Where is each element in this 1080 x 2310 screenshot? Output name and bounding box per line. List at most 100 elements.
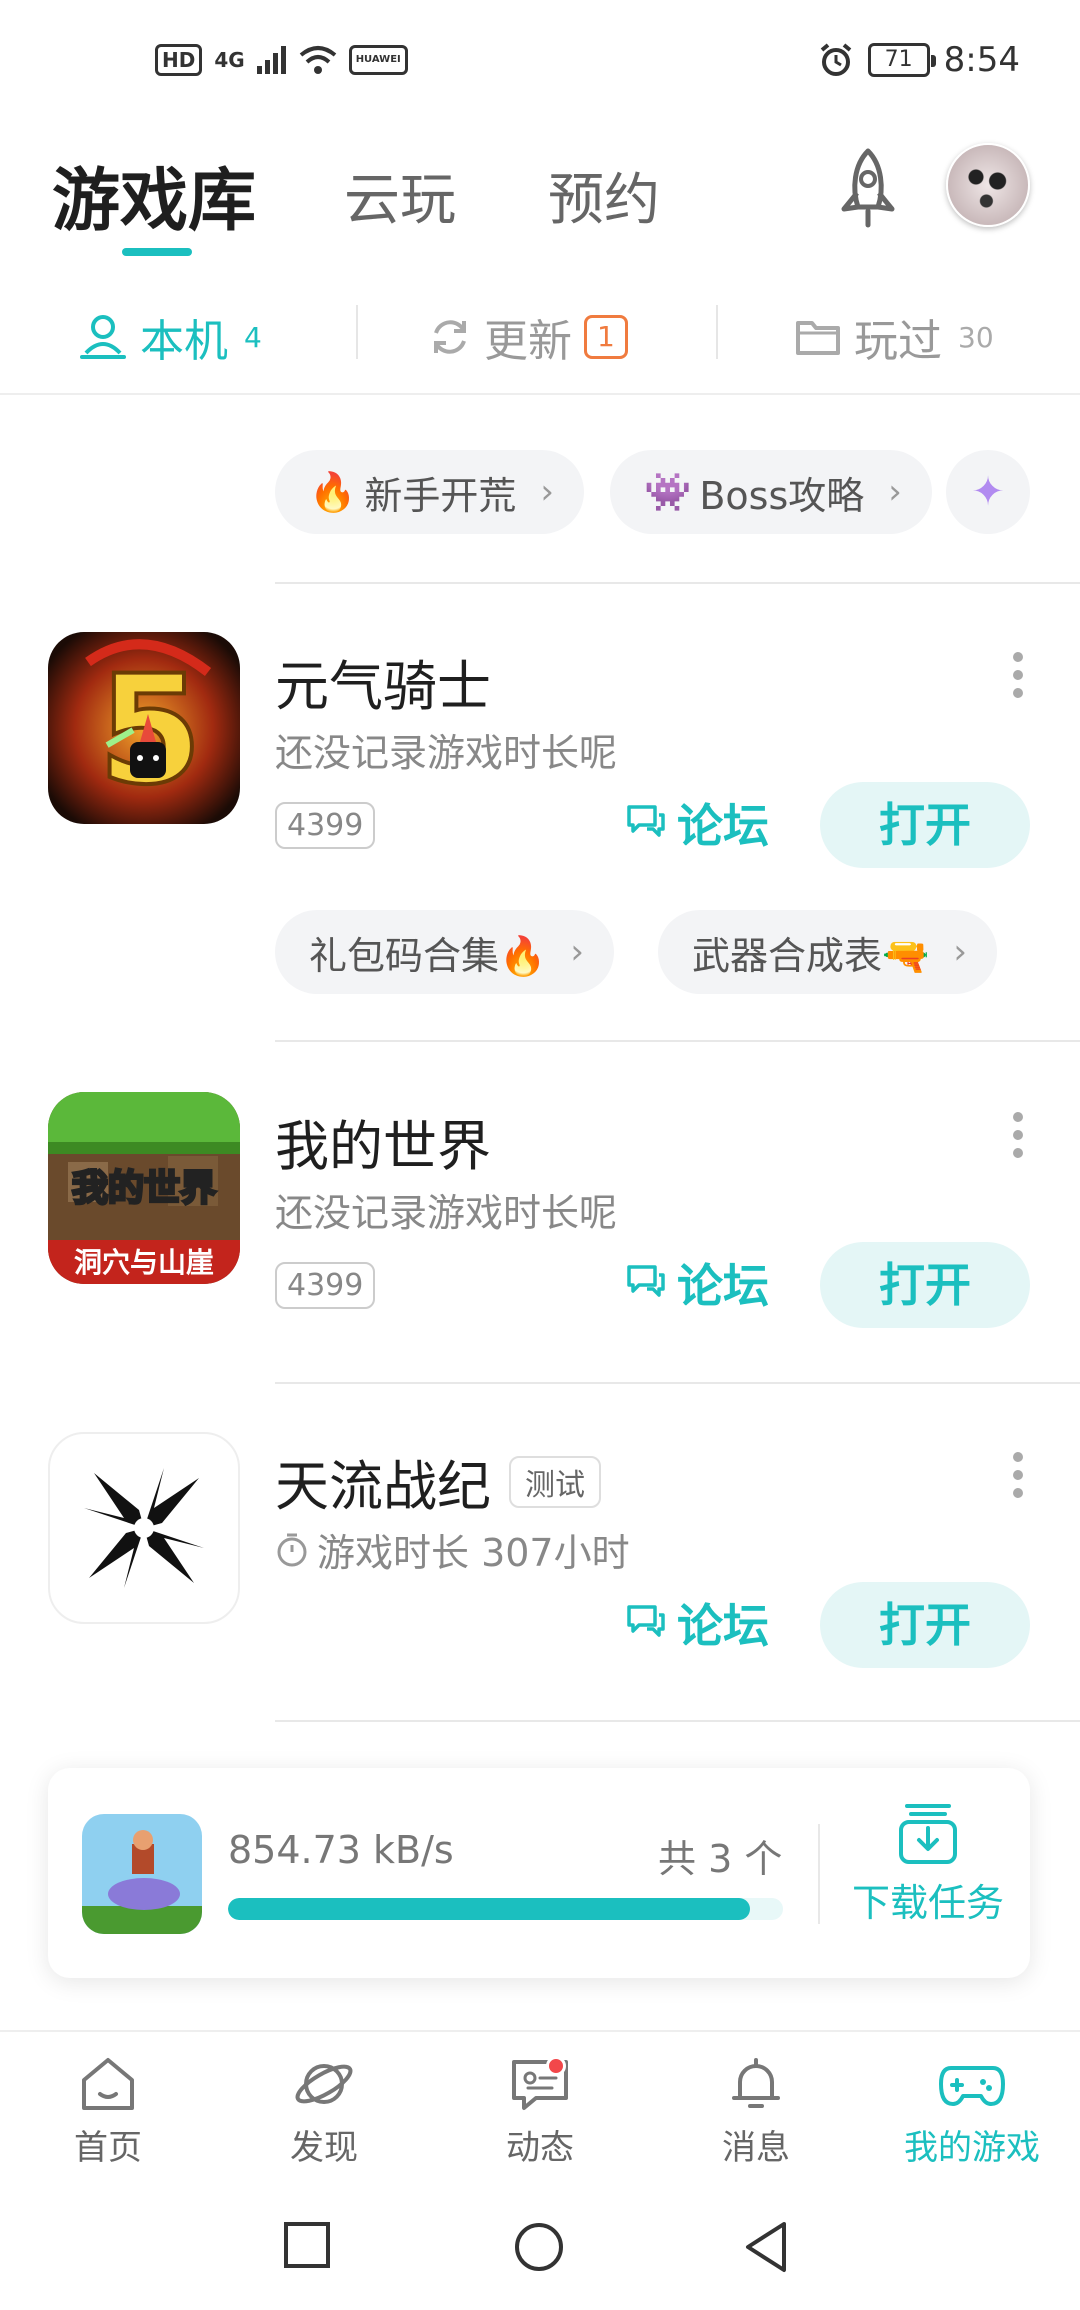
test-tag: 测试: [509, 1455, 601, 1508]
game-icon[interactable]: 5: [48, 632, 240, 824]
back-triangle-icon[interactable]: [742, 2220, 792, 2274]
chevron-right-icon: ›: [540, 472, 554, 512]
more-guides-button[interactable]: ✦: [946, 450, 1030, 534]
list-divider: [275, 1720, 1080, 1722]
open-game-button[interactable]: 打开: [820, 782, 1030, 868]
status-left: HD 4G HUAWEI: [155, 44, 408, 76]
game-playtime: 还没记录游戏时长呢: [275, 731, 618, 775]
forum-button[interactable]: 论坛: [625, 790, 769, 856]
library-subtabs: 本机 4 更新 1 玩过 30: [0, 285, 1080, 395]
wifi-icon: [299, 46, 336, 74]
forum-label: 论坛: [677, 1259, 769, 1313]
subtab-local[interactable]: 本机 4: [78, 305, 262, 369]
download-panel[interactable]: 854.73 kB/s 共 3 个 下载任务: [48, 1768, 1030, 1978]
nav-messages[interactable]: 消息: [681, 2054, 831, 2169]
gamepad-icon: [939, 2066, 1005, 2106]
top-header: 游戏库 云玩 预约: [0, 125, 1080, 265]
hd-indicator: HD: [155, 44, 203, 76]
avatar[interactable]: [946, 143, 1030, 227]
subtab-played-count: 30: [958, 320, 994, 354]
recent-apps-icon[interactable]: [282, 2220, 332, 2270]
forum-button[interactable]: 论坛: [625, 1250, 769, 1316]
chat-icon: [627, 805, 665, 837]
home-circle-icon[interactable]: [512, 2220, 566, 2274]
guide-chip-giftcode[interactable]: 礼包码合集🔥 ›: [275, 910, 614, 994]
subtab-update[interactable]: 更新 1: [428, 305, 628, 369]
diamond-icon: ✦: [971, 469, 1005, 515]
nav-feed-label: 动态: [506, 2128, 574, 2168]
nav-home[interactable]: 首页: [33, 2054, 183, 2169]
tab-game-library[interactable]: 游戏库: [52, 145, 256, 244]
nav-my-games-label: 我的游戏: [904, 2128, 1040, 2168]
chevron-right-icon: ›: [888, 472, 902, 512]
subtab-played[interactable]: 玩过 30: [794, 305, 994, 369]
game-icon[interactable]: [48, 1432, 240, 1624]
game-icon[interactable]: 我的世界 洞穴与山崖: [48, 1092, 240, 1284]
notification-dot: [546, 2056, 566, 2076]
game-title[interactable]: 我的世界: [275, 1102, 491, 1181]
battery-icon: 71: [867, 43, 936, 77]
list-divider: [275, 1382, 1080, 1384]
game-item: 我的世界 洞穴与山崖 我的世界 还没记录游戏时长呢 4399 论坛 打开: [0, 1092, 1080, 1352]
game-title-text: 元气骑士: [275, 655, 491, 718]
chip-label: 武器合成表🔫: [692, 933, 930, 978]
status-bar: HD 4G HUAWEI 71 8:54: [0, 0, 1080, 125]
download-tasks-button[interactable]: 下载任务: [838, 1798, 1018, 1927]
status-right: 71 8:54: [818, 40, 1020, 80]
source-badge: 4399: [275, 1262, 376, 1309]
guide-chip-weapons[interactable]: 武器合成表🔫 ›: [658, 910, 997, 994]
download-tasks-label: 下载任务: [851, 1881, 1004, 1925]
nav-feed[interactable]: 动态: [465, 2054, 615, 2169]
chip-label: 新手开荒: [364, 473, 517, 518]
folder-icon: [796, 321, 840, 355]
chip-label: 礼包码合集🔥: [309, 933, 547, 978]
subtab-divider: [356, 305, 358, 359]
forum-button[interactable]: 论坛: [625, 1590, 769, 1656]
nav-my-games[interactable]: 我的游戏: [892, 2054, 1052, 2169]
download-progress-fill: [228, 1898, 750, 1920]
game-playtime: 还没记录游戏时长呢: [275, 1191, 618, 1235]
active-tab-indicator: [122, 248, 192, 256]
signal-bars-icon: [256, 46, 286, 74]
home-icon: [82, 2058, 134, 2110]
subtab-local-label: 本机: [140, 316, 228, 367]
space-invader-icon: 👾: [644, 469, 692, 514]
download-progress-bar: [228, 1898, 783, 1920]
game-title-text: 我的世界: [275, 1115, 491, 1178]
open-game-button[interactable]: 打开: [820, 1582, 1030, 1668]
chat-icon: [627, 1605, 665, 1637]
chevron-right-icon: ›: [570, 932, 584, 972]
bottom-navigation: 首页 发现 动态 消息 我的游戏: [0, 2030, 1080, 2190]
bell-icon: [732, 2058, 780, 2108]
game-item: 5 元气骑士 还没记录游戏时长呢 4399 论坛 打开 礼包码合集🔥 › 武器合…: [0, 632, 1080, 1032]
more-options-icon[interactable]: [1008, 1452, 1028, 1512]
system-navigation: [0, 2190, 1080, 2310]
subtab-played-label: 玩过: [854, 316, 942, 367]
signal-type: 4G: [214, 48, 245, 72]
more-options-icon[interactable]: [1008, 1112, 1028, 1172]
more-options-icon[interactable]: [1008, 652, 1028, 712]
game-playtime: 游戏时长 307小时: [275, 1522, 630, 1577]
carrier-icon: HUAWEI: [348, 45, 408, 75]
tab-cloud-play[interactable]: 云玩: [344, 155, 456, 236]
guide-chip-newbie[interactable]: 🔥 新手开荒 ›: [275, 450, 584, 534]
refresh-icon: [434, 320, 466, 354]
nav-discover[interactable]: 发现: [249, 2054, 399, 2169]
guide-chip-boss[interactable]: 👾 Boss攻略 ›: [610, 450, 932, 534]
game-title-text: 天流战纪: [275, 1455, 491, 1518]
source-badge: 4399: [275, 802, 376, 849]
nav-messages-label: 消息: [722, 2128, 790, 2168]
chevron-right-icon: ›: [953, 932, 967, 972]
svg-text:洞穴与山崖: 洞穴与山崖: [74, 1246, 214, 1279]
tab-reservation[interactable]: 预约: [548, 155, 660, 236]
rocket-icon[interactable]: [832, 145, 904, 235]
download-speed: 854.73 kB/s: [228, 1828, 454, 1872]
subtab-local-count: 4: [244, 320, 262, 354]
playtime-text: 游戏时长 307小时: [317, 1531, 630, 1575]
open-game-button[interactable]: 打开: [820, 1242, 1030, 1328]
chip-label: Boss攻略: [699, 473, 865, 518]
clock: 8:54: [943, 40, 1020, 80]
game-title[interactable]: 元气骑士: [275, 642, 491, 721]
subtab-update-label: 更新: [484, 316, 572, 367]
game-title[interactable]: 天流战纪 测试: [275, 1442, 601, 1521]
